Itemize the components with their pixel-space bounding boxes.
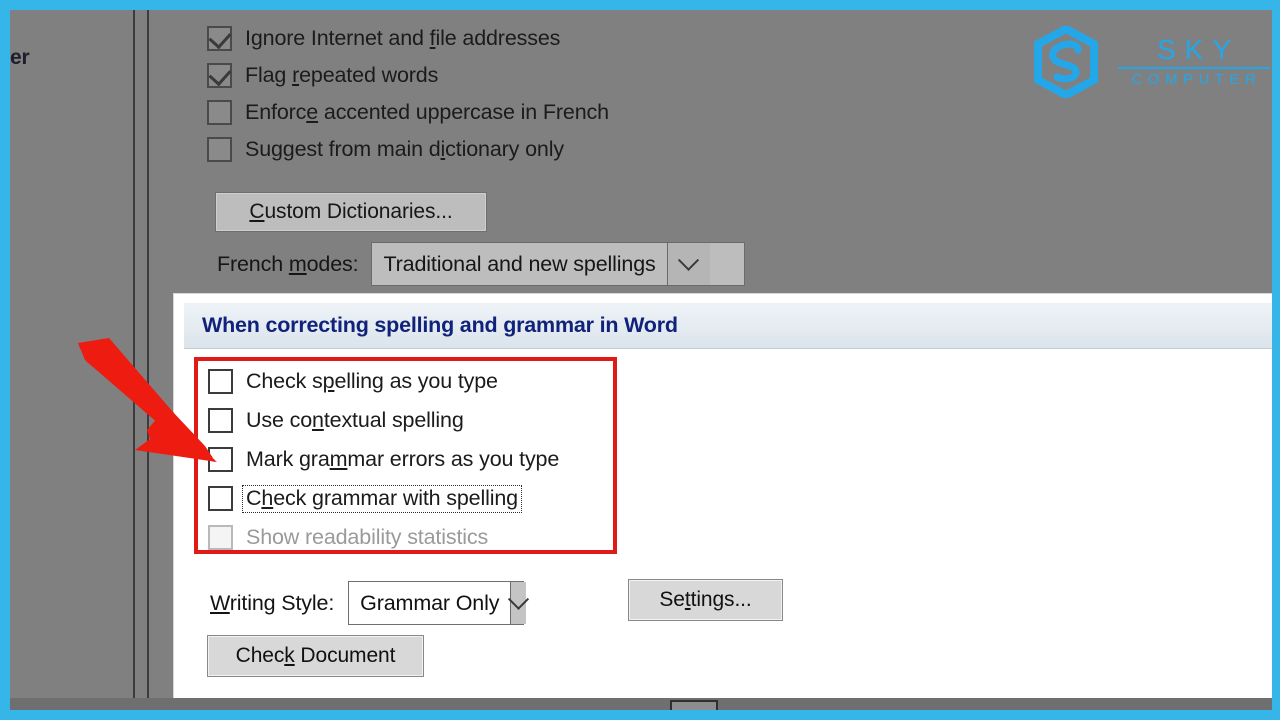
french-modes-dropdown[interactable]: Traditional and new spellings <box>371 242 745 286</box>
french-modes-row: French modes: Traditional and new spelli… <box>217 242 745 286</box>
sky-computer-logo: SKY COMPUTER <box>1030 26 1270 98</box>
grammar-settings-panel: When correcting spelling and grammar in … <box>173 293 1272 710</box>
checkbox-row-show-readability-statistics: Show readability statistics <box>208 518 828 557</box>
logo-primary-text: SKY <box>1148 36 1240 65</box>
chevron-down-icon[interactable] <box>667 243 710 285</box>
checkbox-row-mark-grammar-errors[interactable]: Mark grammar errors as you type <box>208 440 828 479</box>
checkbox-ignore-internet-addresses[interactable] <box>207 26 232 51</box>
checkbox-check-spelling-as-you-type[interactable] <box>208 369 233 394</box>
checkbox-row-suggest-from-main-dictionary[interactable]: Suggest from main dictionary only <box>207 131 907 168</box>
settings-button-label: Settings... <box>659 588 751 612</box>
writing-style-selected-value: Grammar Only <box>349 582 510 624</box>
checkbox-show-readability-statistics <box>208 525 233 550</box>
checkbox-label-show-readability-statistics: Show readability statistics <box>246 525 488 550</box>
checkbox-label-use-contextual-spelling: Use contextual spelling <box>246 408 464 433</box>
writing-style-row: Writing Style: Grammar Only <box>210 581 524 625</box>
checkmark-icon <box>208 26 231 49</box>
checkmark-icon <box>208 63 231 86</box>
checkbox-label-ignore-internet-addresses: Ignore Internet and file addresses <box>245 26 560 51</box>
settings-button[interactable]: Settings... <box>628 579 783 621</box>
logo-divider <box>1118 67 1270 69</box>
logo-wordmark: SKY COMPUTER <box>1118 36 1270 88</box>
checkbox-mark-grammar-errors[interactable] <box>208 447 233 472</box>
dialog-bottom-strip <box>10 698 1272 710</box>
custom-dictionaries-button-label: Custom Dictionaries... <box>249 200 452 224</box>
vertical-divider-right <box>147 10 149 710</box>
checkbox-row-check-grammar-with-spelling[interactable]: Check grammar with spelling <box>208 479 828 518</box>
checkbox-label-mark-grammar-errors: Mark grammar errors as you type <box>246 447 559 472</box>
grammar-options-group: Check spelling as you type Use contextua… <box>208 362 828 557</box>
checkbox-use-contextual-spelling[interactable] <box>208 408 233 433</box>
clipped-bottom-button[interactable] <box>670 700 718 710</box>
options-dialog-canvas: er Ignore Internet and file addresses Fl… <box>10 10 1272 710</box>
checkbox-enforce-accented-uppercase[interactable] <box>207 100 232 125</box>
checkbox-row-check-spelling-as-you-type[interactable]: Check spelling as you type <box>208 362 828 401</box>
clipped-left-text: er <box>10 46 29 70</box>
writing-style-label: Writing Style: <box>210 591 334 616</box>
vertical-divider-left <box>133 10 135 710</box>
logo-secondary-text: COMPUTER <box>1127 72 1262 88</box>
panel-header: When correcting spelling and grammar in … <box>184 303 1272 349</box>
checkbox-label-check-grammar-with-spelling: Check grammar with spelling <box>242 485 522 513</box>
checkbox-check-grammar-with-spelling[interactable] <box>208 486 233 511</box>
writing-style-dropdown[interactable]: Grammar Only <box>348 581 524 625</box>
checkbox-row-use-contextual-spelling[interactable]: Use contextual spelling <box>208 401 828 440</box>
french-modes-label: French modes: <box>217 252 358 277</box>
checkbox-row-flag-repeated-words[interactable]: Flag repeated words <box>207 57 907 94</box>
custom-dictionaries-button[interactable]: Custom Dictionaries... <box>215 192 487 232</box>
chevron-down-icon[interactable] <box>510 582 526 624</box>
french-modes-selected-value: Traditional and new spellings <box>372 243 666 285</box>
checkbox-row-enforce-accented-uppercase[interactable]: Enforce accented uppercase in French <box>207 94 907 131</box>
proofing-options-group: Ignore Internet and file addresses Flag … <box>207 20 907 168</box>
checkbox-suggest-from-main-dictionary[interactable] <box>207 137 232 162</box>
checkbox-label-flag-repeated-words: Flag repeated words <box>245 63 438 88</box>
checkbox-flag-repeated-words[interactable] <box>207 63 232 88</box>
check-document-button[interactable]: Check Document <box>207 635 424 677</box>
screenshot-root: er Ignore Internet and file addresses Fl… <box>0 0 1280 720</box>
checkbox-label-enforce-accented-uppercase: Enforce accented uppercase in French <box>245 100 609 125</box>
check-document-button-label: Check Document <box>236 644 396 668</box>
checkbox-row-ignore-internet-addresses[interactable]: Ignore Internet and file addresses <box>207 20 907 57</box>
checkbox-label-suggest-from-main-dictionary: Suggest from main dictionary only <box>245 137 564 162</box>
panel-header-title: When correcting spelling and grammar in … <box>202 313 678 338</box>
sky-hexagon-s-logo-icon <box>1030 26 1102 98</box>
checkbox-label-check-spelling-as-you-type: Check spelling as you type <box>246 369 498 394</box>
